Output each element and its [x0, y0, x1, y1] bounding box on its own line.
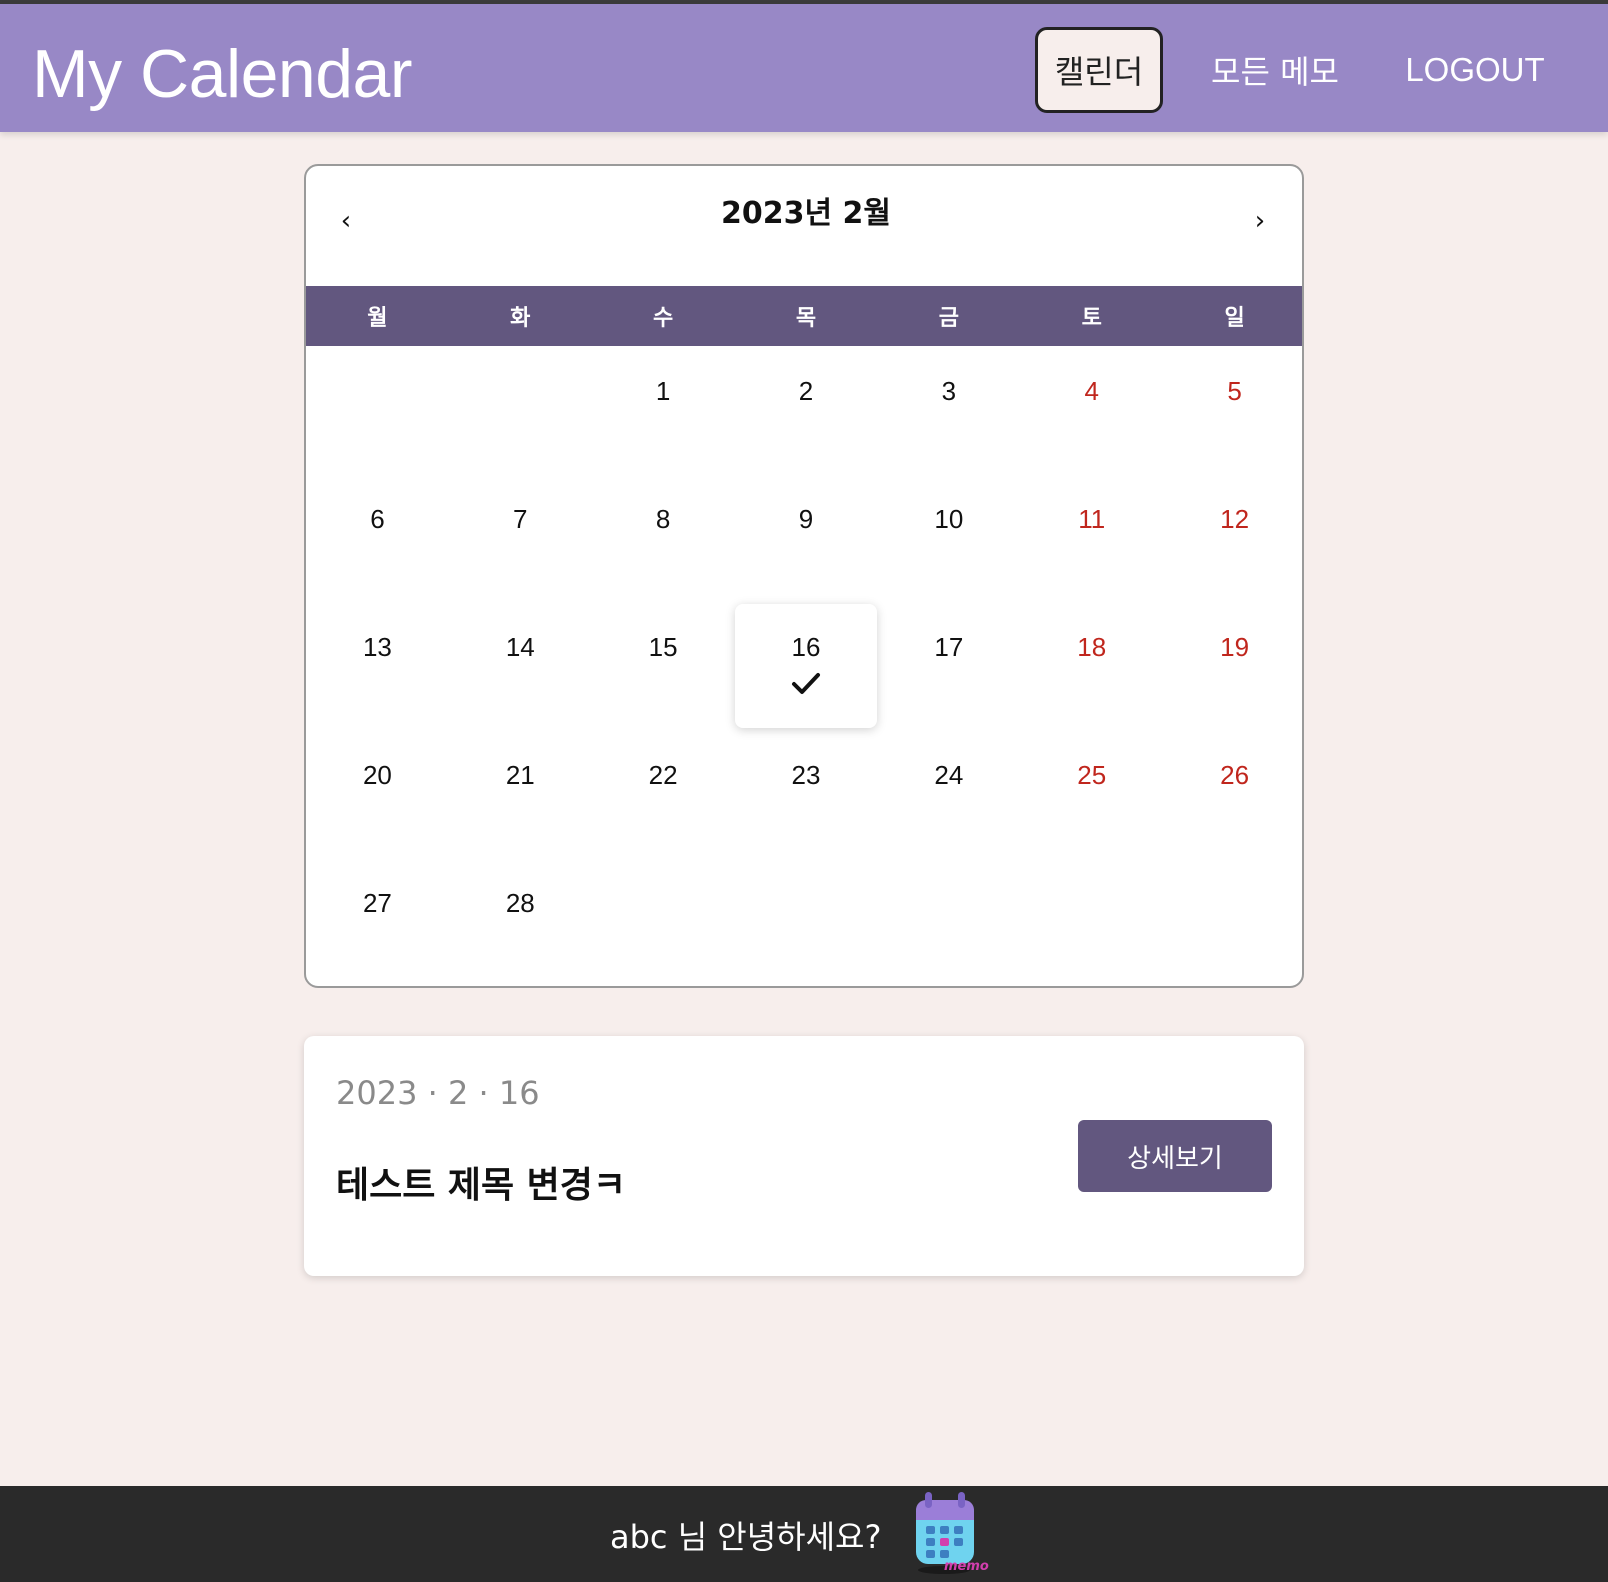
day-cell-2[interactable]: 2 — [735, 346, 878, 474]
day-number: 17 — [934, 632, 964, 662]
calendar-panel: ‹ 2023년 2월 › 월 화 수 목 금 토 일 1 2 3 4 5 6 7 8 9 10 11… — [304, 164, 1304, 988]
app-header: My Calendar 캘린더 모든 메모 LOGOUT — [0, 4, 1608, 132]
day-number: 20 — [362, 760, 392, 790]
day-number: 1 — [655, 376, 671, 406]
day-cell-20[interactable]: 20 — [306, 730, 449, 858]
day-number: 3 — [941, 376, 957, 406]
weekday-tue: 화 — [510, 306, 531, 331]
day-grid: 1 2 3 4 5 6 7 8 9 10 11 12 13 14 15 16 17 18 19 20 21 22 23 24 2… — [306, 346, 1302, 986]
day-number: 22 — [648, 760, 678, 790]
day-number: 27 — [362, 888, 392, 918]
calendar-memo-logo-icon: memo — [916, 1492, 989, 1574]
nav-calendar-button[interactable]: 캘린더 — [1035, 27, 1163, 113]
day-cell-27[interactable]: 27 — [306, 858, 449, 986]
day-cell-10[interactable]: 10 — [877, 474, 1020, 602]
day-cell-9[interactable]: 9 — [735, 474, 878, 602]
day-cell-17[interactable]: 17 — [877, 602, 1020, 730]
day-number: 24 — [934, 760, 964, 790]
greeting-text: abc 님 안녕하세요? — [610, 1518, 882, 1556]
day-number: 21 — [505, 760, 535, 790]
day-number: 16 — [791, 632, 821, 662]
day-number: 4 — [1084, 376, 1099, 406]
memo-card: 2023 · 2 · 16 테스트 제목 변경ㅋ 상세보기 — [304, 1036, 1304, 1276]
check-icon — [791, 673, 820, 694]
day-number: 13 — [362, 632, 392, 662]
day-number: 9 — [798, 504, 814, 534]
day-cell-1[interactable]: 1 — [592, 346, 735, 474]
brand-title[interactable]: My Calendar — [32, 34, 413, 114]
day-number: 7 — [513, 504, 528, 534]
day-cell-18[interactable]: 18 — [1020, 602, 1163, 730]
day-number: 5 — [1227, 376, 1242, 406]
day-cell-11[interactable]: 11 — [1020, 474, 1163, 602]
day-cell-13[interactable]: 13 — [306, 602, 449, 730]
day-number: 11 — [1078, 504, 1106, 534]
day-cell-28[interactable]: 28 — [449, 858, 592, 986]
day-number: 2 — [798, 376, 814, 406]
memo-date: 2023 · 2 · 16 — [336, 1074, 540, 1112]
nav-logout-button[interactable]: LOGOUT — [1400, 27, 1550, 113]
day-cell-empty — [449, 346, 592, 474]
day-number: 8 — [655, 504, 671, 534]
day-cell-empty — [306, 346, 449, 474]
day-cell-14[interactable]: 14 — [449, 602, 592, 730]
weekday-header: 월 화 수 목 금 토 일 — [306, 286, 1302, 346]
day-number: 19 — [1220, 632, 1250, 662]
day-number: 15 — [648, 632, 678, 662]
day-cell-3[interactable]: 3 — [877, 346, 1020, 474]
day-cell-22[interactable]: 22 — [592, 730, 735, 858]
day-cell-16[interactable]: 16 — [734, 604, 878, 728]
memo-title: 테스트 제목 변경ㅋ — [336, 1165, 627, 1206]
detail-button[interactable]: 상세보기 — [1078, 1120, 1272, 1192]
day-cell-7[interactable]: 7 — [449, 474, 592, 602]
day-cell-6[interactable]: 6 — [306, 474, 449, 602]
day-number: 14 — [505, 632, 535, 662]
nav-all-memos-button[interactable]: 모든 메모 — [1200, 27, 1350, 113]
weekday-thu: 목 — [795, 306, 817, 331]
day-cell-19[interactable]: 19 — [1163, 602, 1302, 730]
day-cell-5[interactable]: 5 — [1163, 346, 1302, 474]
calendar-title: 2023년 2월 — [720, 196, 891, 231]
day-cell-23[interactable]: 23 — [735, 730, 878, 858]
day-number: 10 — [934, 504, 964, 534]
day-number: 12 — [1220, 504, 1250, 534]
day-cell-15[interactable]: 15 — [592, 602, 735, 730]
day-number: 18 — [1077, 632, 1107, 662]
weekday-wed: 수 — [653, 306, 674, 331]
day-cell-21[interactable]: 21 — [449, 730, 592, 858]
day-number: 26 — [1220, 760, 1250, 790]
day-number: 23 — [791, 760, 821, 790]
weekday-sat: 토 — [1081, 306, 1102, 331]
day-cell-8[interactable]: 8 — [592, 474, 735, 602]
app-footer: abc 님 안녕하세요? memo — [0, 1486, 1608, 1582]
weekday-sun: 일 — [1224, 306, 1245, 331]
day-cell-25[interactable]: 25 — [1020, 730, 1163, 858]
logo-text: memo — [944, 1559, 989, 1574]
day-cell-24[interactable]: 24 — [877, 730, 1020, 858]
day-number: 6 — [370, 504, 385, 534]
weekday-fri: 금 — [938, 306, 959, 331]
day-number: 25 — [1077, 760, 1107, 790]
day-cell-26[interactable]: 26 — [1163, 730, 1302, 858]
day-cell-12[interactable]: 12 — [1163, 474, 1302, 602]
day-cell-4[interactable]: 4 — [1020, 346, 1163, 474]
weekday-mon: 월 — [367, 306, 388, 331]
next-month-button[interactable]: › — [1240, 206, 1280, 236]
day-number: 28 — [505, 888, 535, 918]
